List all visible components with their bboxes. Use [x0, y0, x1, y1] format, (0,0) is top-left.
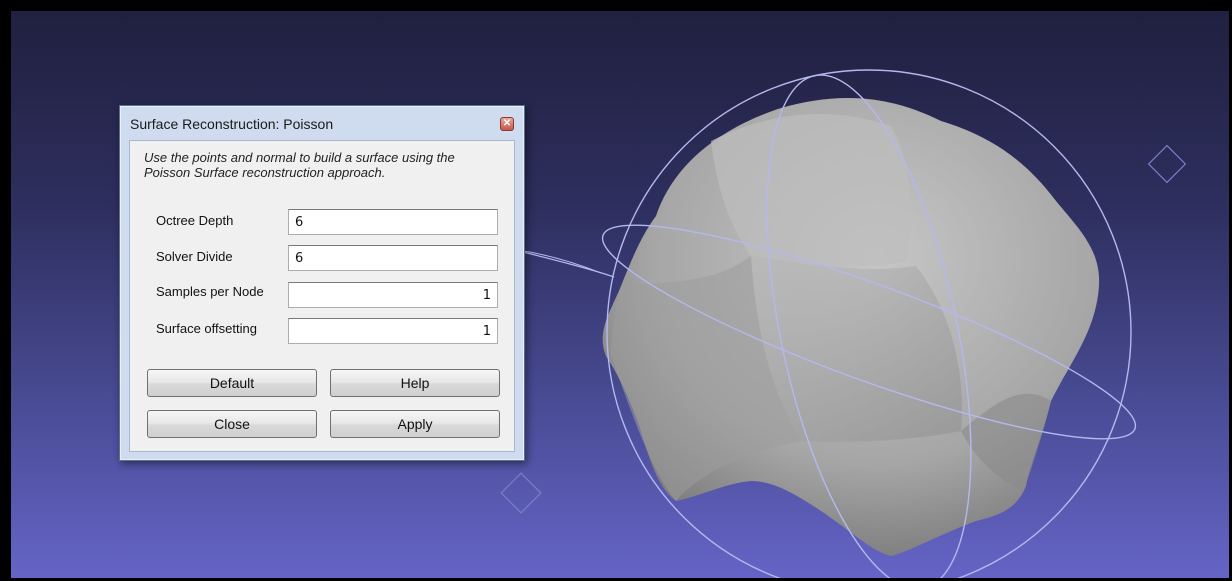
reconstructed-mesh[interactable] — [602, 98, 1100, 556]
surface-offsetting-input[interactable]: 1 — [288, 318, 498, 344]
dialog-description: Use the points and normal to build a sur… — [144, 150, 455, 180]
poisson-dialog: Surface Reconstruction: Poisson ✕ Use th… — [119, 105, 525, 461]
dialog-content: Use the points and normal to build a sur… — [129, 140, 515, 452]
dialog-title: Surface Reconstruction: Poisson — [130, 116, 334, 132]
surface-offsetting-label: Surface offsetting — [156, 321, 257, 336]
octree-depth-label: Octree Depth — [156, 213, 234, 228]
solver-divide-label: Solver Divide — [156, 249, 233, 264]
help-button[interactable]: Help — [330, 369, 500, 397]
default-button[interactable]: Default — [147, 369, 317, 397]
samples-per-node-input[interactable]: 1 — [288, 282, 498, 308]
scene-marker — [500, 472, 542, 514]
apply-button[interactable]: Apply — [330, 410, 500, 438]
close-icon[interactable]: ✕ — [500, 117, 514, 131]
close-button[interactable]: Close — [147, 410, 317, 438]
solver-divide-input[interactable]: 6 — [288, 245, 498, 271]
dialog-titlebar[interactable]: Surface Reconstruction: Poisson ✕ — [120, 106, 524, 140]
octree-depth-input[interactable]: 6 — [288, 209, 498, 235]
3d-viewport[interactable]: Surface Reconstruction: Poisson ✕ Use th… — [11, 11, 1229, 578]
scene-marker — [1147, 144, 1187, 184]
samples-per-node-label: Samples per Node — [156, 284, 264, 299]
